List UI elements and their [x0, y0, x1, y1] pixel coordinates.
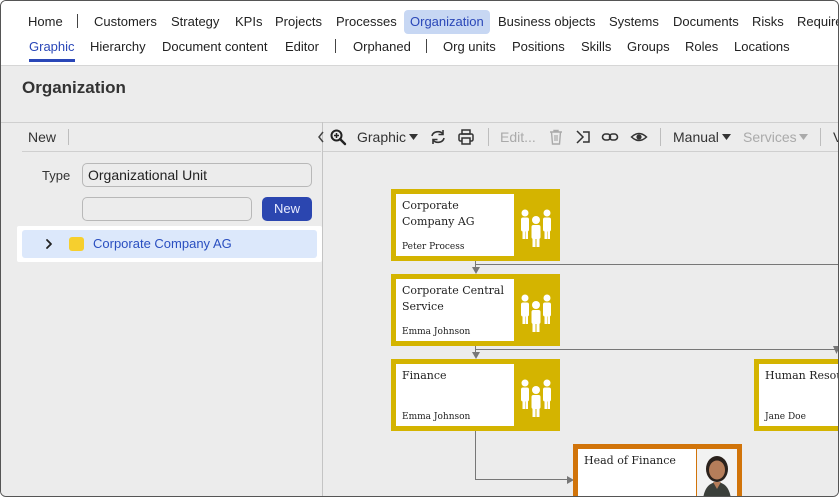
- node-body: Corporate Central Service Emma Johnson: [396, 279, 514, 341]
- print-icon[interactable]: [457, 128, 475, 146]
- edit-button[interactable]: Edit...: [500, 129, 536, 145]
- subnav-graphic[interactable]: Graphic: [23, 35, 81, 62]
- tree-item-label: Corporate Company AG: [93, 236, 232, 251]
- node-name: Head of Finance: [584, 454, 676, 467]
- section-divider: [1, 122, 838, 123]
- name-input[interactable]: [82, 197, 252, 221]
- node-name: Corporate Company AG: [402, 199, 475, 228]
- node-person: Jane Doe: [765, 412, 806, 422]
- chevron-right-icon[interactable]: [42, 237, 56, 251]
- nav-documents[interactable]: Documents: [667, 10, 745, 34]
- subnav-groups[interactable]: Groups: [621, 35, 676, 59]
- chevron-down-icon[interactable]: [409, 134, 418, 140]
- application-window: Home Customers Strategy KPIs Projects Pr…: [0, 0, 839, 497]
- nav-risks[interactable]: Risks: [746, 10, 790, 34]
- nav-kpis[interactable]: KPIs: [229, 10, 268, 34]
- subnav-roles[interactable]: Roles: [679, 35, 724, 59]
- import-icon[interactable]: [574, 128, 592, 146]
- zoom-in-icon[interactable]: [329, 128, 347, 146]
- arrow-down-icon: [472, 267, 480, 274]
- eye-icon[interactable]: [630, 128, 648, 146]
- connector-line: [476, 264, 838, 265]
- nav-divider: [77, 14, 78, 28]
- people-group-icon: [521, 294, 551, 332]
- subnav-divider: [335, 39, 336, 53]
- node-body: Finance Emma Johnson: [396, 364, 514, 426]
- position-node-head-of-finance[interactable]: Head of Finance: [573, 444, 742, 496]
- org-node-corporate-company[interactable]: Corporate Company AG Peter Process: [391, 189, 560, 261]
- trash-icon[interactable]: [547, 128, 565, 146]
- top-navigation: Home Customers Strategy KPIs Projects Pr…: [1, 1, 838, 65]
- connector-line: [476, 349, 838, 350]
- nav-home[interactable]: Home: [22, 10, 69, 34]
- services-dropdown[interactable]: Services: [743, 129, 797, 145]
- toolbar-divider: [660, 128, 661, 146]
- node-name: Finance: [402, 369, 447, 382]
- people-group-icon: [521, 379, 551, 417]
- subnav-divider: [426, 39, 427, 53]
- chevron-down-icon[interactable]: [722, 134, 731, 140]
- node-person: Peter Process: [402, 242, 465, 252]
- subnav-hierarchy[interactable]: Hierarchy: [84, 35, 152, 59]
- nav-processes[interactable]: Processes: [330, 10, 403, 34]
- more-toolbar-item[interactable]: V: [833, 129, 838, 145]
- nav-customers[interactable]: Customers: [88, 10, 163, 34]
- arrow-down-icon: [472, 352, 480, 359]
- node-body: Corporate Company AG Peter Process: [396, 194, 514, 256]
- people-group-icon: [521, 209, 551, 247]
- type-label: Type: [42, 168, 71, 183]
- nav-requirements[interactable]: Require: [791, 10, 838, 34]
- node-name: Human Resource: [765, 369, 838, 382]
- connector-line: [475, 479, 569, 480]
- left-toolbar-divider: [22, 151, 321, 152]
- right-toolbar-divider: [323, 151, 838, 152]
- node-body: Head of Finance: [578, 449, 696, 496]
- subnav-locations[interactable]: Locations: [728, 35, 796, 59]
- org-unit-color-icon: [69, 237, 84, 251]
- org-node-human-resources[interactable]: Human Resource Jane Doe: [754, 359, 838, 431]
- toolbar-divider: [488, 128, 489, 146]
- collapse-left-icon[interactable]: [316, 130, 326, 144]
- tree-item-corporate-company[interactable]: Corporate Company AG: [22, 230, 317, 258]
- connector-line: [475, 430, 476, 480]
- subnav-editor[interactable]: Editor: [276, 33, 328, 61]
- node-name: Corporate Central Service: [402, 284, 504, 313]
- nav-organization[interactable]: Organization: [404, 10, 490, 34]
- arrow-down-icon: [833, 346, 838, 354]
- page-title: Organization: [22, 78, 126, 97]
- chevron-down-icon[interactable]: [799, 134, 808, 140]
- header-divider: [1, 65, 838, 66]
- link-icon[interactable]: [601, 128, 619, 146]
- tree-panel: Corporate Company AG: [17, 226, 322, 262]
- new-menu[interactable]: New: [28, 129, 56, 145]
- subnav-document-content[interactable]: Document content: [156, 35, 274, 59]
- node-body: Human Resource Jane Doe: [759, 364, 838, 426]
- toolbar-divider: [820, 128, 821, 146]
- node-person: Emma Johnson: [402, 327, 471, 337]
- node-person: Emma Johnson: [402, 412, 471, 422]
- type-select[interactable]: Organizational Unit: [82, 163, 312, 187]
- org-node-corporate-central-service[interactable]: Corporate Central Service Emma Johnson: [391, 274, 560, 346]
- new-button[interactable]: New: [262, 197, 312, 221]
- subnav-skills[interactable]: Skills: [575, 35, 617, 59]
- layout-dropdown[interactable]: Manual: [673, 129, 719, 145]
- nav-strategy[interactable]: Strategy: [165, 10, 225, 34]
- nav-business-objects[interactable]: Business objects: [492, 10, 602, 34]
- subnav-org-units[interactable]: Org units: [437, 35, 502, 59]
- panel-splitter[interactable]: [322, 122, 323, 496]
- subnav-orphaned[interactable]: Orphaned: [347, 35, 417, 59]
- org-node-finance[interactable]: Finance Emma Johnson: [391, 359, 560, 431]
- refresh-icon[interactable]: [429, 128, 447, 146]
- nav-projects[interactable]: Projects: [269, 10, 328, 34]
- subnav-positions[interactable]: Positions: [506, 35, 571, 59]
- view-mode-dropdown[interactable]: Graphic: [357, 129, 406, 145]
- person-photo-icon: [697, 449, 737, 496]
- nav-systems[interactable]: Systems: [603, 10, 665, 34]
- toolbar-divider: [68, 129, 69, 145]
